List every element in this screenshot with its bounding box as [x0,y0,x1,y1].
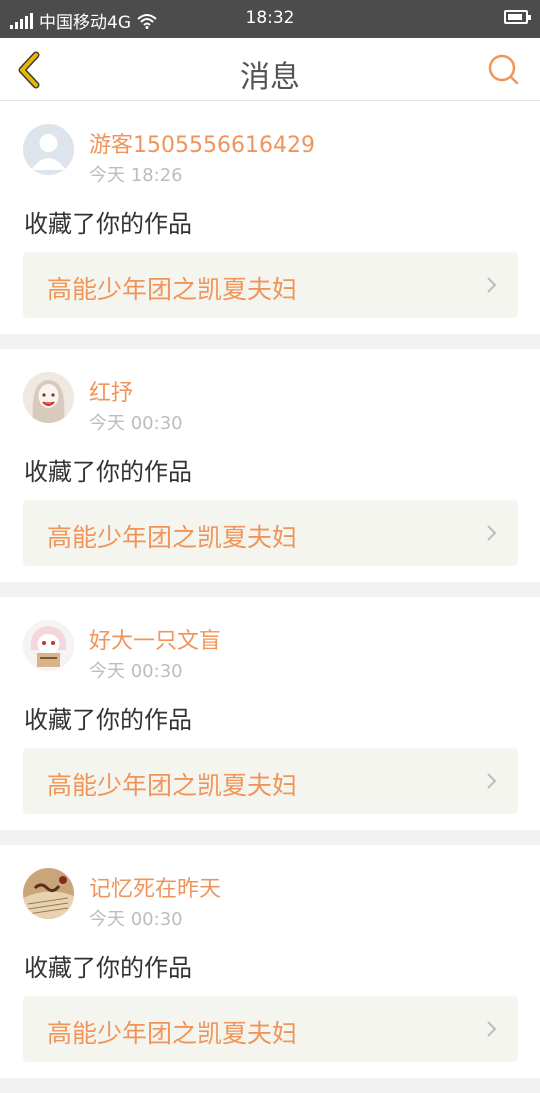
user-avatar-icon [23,620,74,671]
message-card: 好大一只文盲 今天 00:30 收藏了你的作品 高能少年团之凯夏夫妇 [0,597,540,830]
chevron-right-icon [487,525,497,541]
username[interactable]: 红抒 [89,375,133,407]
chevron-right-icon [487,1021,497,1037]
message-card: 记忆死在昨天 今天 00:30 收藏了你的作品 高能少年团之凯夏夫妇 [0,845,540,1078]
work-title: 高能少年团之凯夏夫妇 [47,771,298,800]
avatar[interactable] [23,620,74,671]
username[interactable]: 游客1505556616429 [89,127,315,159]
user-avatar-icon [23,868,74,919]
chevron-right-icon [487,773,497,789]
chevron-right-icon [487,277,497,293]
work-title: 高能少年团之凯夏夫妇 [47,1019,298,1048]
battery-icon [504,10,531,24]
work-link[interactable]: 高能少年团之凯夏夫妇 [23,252,518,318]
avatar[interactable] [23,372,74,423]
avatar[interactable] [23,124,74,175]
avatar[interactable] [23,868,74,919]
work-link[interactable]: 高能少年团之凯夏夫妇 [23,500,518,566]
work-link[interactable]: 高能少年团之凯夏夫妇 [23,748,518,814]
message-card: 红抒 今天 00:30 收藏了你的作品 高能少年团之凯夏夫妇 [0,349,540,582]
action-text: 收藏了你的作品 [24,458,192,486]
timestamp: 今天 00:30 [89,909,183,930]
default-avatar-icon [23,124,74,175]
user-avatar-icon [23,372,74,423]
work-title: 高能少年团之凯夏夫妇 [47,275,298,304]
timestamp: 今天 00:30 [89,413,183,434]
action-text: 收藏了你的作品 [24,210,192,238]
action-text: 收藏了你的作品 [24,706,192,734]
action-text: 收藏了你的作品 [24,954,192,982]
message-list: 游客1505556616429 今天 18:26 收藏了你的作品 高能少年团之凯… [0,101,540,1093]
work-title: 高能少年团之凯夏夫妇 [47,523,298,552]
page-title: 消息 [240,60,300,95]
username[interactable]: 好大一只文盲 [89,623,221,655]
timestamp: 今天 18:26 [89,165,183,186]
status-time: 18:32 [245,8,295,28]
username[interactable]: 记忆死在昨天 [89,871,221,903]
message-card: 游客1505556616429 今天 18:26 收藏了你的作品 高能少年团之凯… [0,101,540,334]
nav-bar: 消息 [0,38,540,101]
search-icon[interactable] [486,52,520,86]
timestamp: 今天 00:30 [89,661,183,682]
status-bar: 中国移动4G 18:32 [0,0,540,38]
work-link[interactable]: 高能少年团之凯夏夫妇 [23,996,518,1062]
